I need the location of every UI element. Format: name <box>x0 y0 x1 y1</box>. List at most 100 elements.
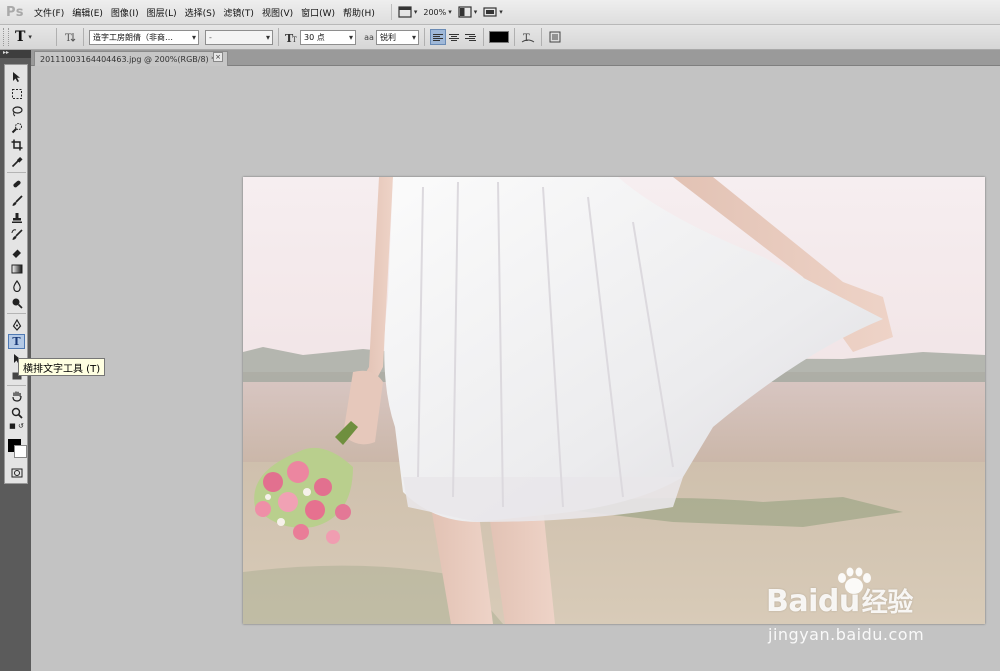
font-family-value: 造字工房朗倩（非商… <box>93 32 173 42</box>
font-size-select[interactable]: 30 点 ▾ <box>300 29 356 45</box>
magnifier-icon <box>11 407 23 419</box>
rectangular-marquee-tool[interactable] <box>8 86 25 101</box>
options-divider <box>424 28 425 46</box>
horizontal-type-tool[interactable]: T <box>8 334 25 349</box>
tool-divider <box>7 385 26 386</box>
antialias-value: 锐利 <box>380 32 396 42</box>
options-bar-grip[interactable] <box>3 28 9 46</box>
align-center-icon-line <box>451 39 457 41</box>
gradient-tool[interactable] <box>8 261 25 276</box>
text-orientation-icon[interactable]: T <box>62 29 78 45</box>
eraser-tool[interactable] <box>8 244 25 259</box>
dodge-tool[interactable] <box>8 295 25 310</box>
arrange-documents-button[interactable]: ▾ <box>458 6 477 18</box>
align-left-icon-line <box>433 35 440 37</box>
options-divider <box>278 28 279 46</box>
eyedropper-tool[interactable] <box>8 154 25 169</box>
chevron-down-icon: ▾ <box>265 32 270 42</box>
screen-layout-icon <box>398 6 412 18</box>
align-right-icon-line <box>469 39 476 41</box>
svg-text:T: T <box>292 36 297 43</box>
pen-tool[interactable] <box>8 317 25 332</box>
collapse-arrows-icon: ▸▸ <box>3 49 10 56</box>
background-color-swatch[interactable] <box>14 445 27 458</box>
tools-panel-body: T ■ ↺ <box>4 64 28 484</box>
menu-divider <box>390 4 392 20</box>
pen-icon <box>12 318 21 331</box>
options-bar: T ▾ T 造字工房朗倩（非商… ▾ - ▾ TT 30 点 ▾ aa 锐利 ▾… <box>0 25 1000 50</box>
marquee-icon <box>11 88 22 99</box>
antialias-select[interactable]: 锐利 ▾ <box>376 29 419 45</box>
close-document-button[interactable]: × <box>213 52 223 62</box>
hand-tool[interactable] <box>8 388 25 403</box>
blur-drop-icon <box>12 279 21 292</box>
dodge-icon <box>12 298 23 309</box>
stamp-icon <box>11 212 22 223</box>
quick-mask-button[interactable] <box>8 465 25 480</box>
align-right-button[interactable] <box>462 29 478 45</box>
align-right-icon <box>465 33 475 35</box>
default-colors-button[interactable]: ■ ↺ <box>8 421 25 431</box>
menu-select[interactable]: 选择(S) <box>181 6 220 19</box>
menu-file[interactable]: 文件(F) <box>30 6 68 19</box>
options-divider <box>483 28 484 46</box>
menu-help[interactable]: 帮助(H) <box>339 6 379 19</box>
zoom-tool[interactable] <box>8 405 25 420</box>
options-divider <box>83 28 84 46</box>
quick-selection-tool[interactable] <box>8 120 25 135</box>
align-center-icon-line <box>451 35 457 37</box>
screen-mode-button[interactable]: ▾ <box>483 6 503 18</box>
gradient-icon <box>11 264 22 273</box>
align-left-icon <box>433 33 443 35</box>
tool-preset-picker[interactable]: T ▾ <box>15 29 51 45</box>
align-left-icon-line <box>433 39 440 41</box>
clone-stamp-tool[interactable] <box>8 210 25 225</box>
zoom-level: 200% <box>423 7 447 17</box>
menu-view[interactable]: 视图(V) <box>258 6 297 19</box>
character-panel-icon[interactable] <box>547 29 563 45</box>
warp-text-icon[interactable]: T <box>520 29 536 45</box>
close-icon: × <box>215 53 221 61</box>
brush-icon <box>12 194 23 206</box>
brush-tool[interactable] <box>8 193 25 208</box>
chevron-down-icon: ▾ <box>191 32 196 42</box>
photoshop-logo: Ps <box>5 4 25 20</box>
svg-text:T: T <box>65 33 72 43</box>
align-center-button[interactable] <box>446 29 462 45</box>
crop-tool[interactable] <box>8 137 25 152</box>
history-brush-tool[interactable] <box>8 227 25 242</box>
launch-bridge-button[interactable]: ▾ <box>398 6 417 18</box>
hand-icon <box>11 391 22 402</box>
document-tab[interactable]: 20111003164404463.jpg @ 200%(RGB/8) * <box>34 51 228 66</box>
font-style-value: - <box>209 32 212 42</box>
font-size-icon: TT <box>284 29 300 45</box>
font-size-value: 30 点 <box>304 32 325 42</box>
font-style-select[interactable]: - ▾ <box>205 29 273 45</box>
chevron-down-icon: ▾ <box>28 33 32 41</box>
healing-brush-icon <box>12 180 21 187</box>
move-tool[interactable] <box>8 69 25 84</box>
align-left-button[interactable] <box>430 29 446 45</box>
watermark-bai: Bai <box>766 584 818 619</box>
menu-window[interactable]: 窗口(W) <box>297 6 339 19</box>
document-image[interactable] <box>243 177 985 624</box>
blur-tool[interactable] <box>8 278 25 293</box>
menu-layer[interactable]: 图层(L) <box>143 6 181 19</box>
app-bar-controls: ▾ 200% ▾ ▾ ▾ <box>390 4 503 20</box>
text-color-swatch[interactable] <box>489 31 509 43</box>
spot-healing-brush-tool[interactable] <box>8 176 25 191</box>
watermark-du: du <box>817 584 860 619</box>
tools-panel-header[interactable]: ▸▸ <box>0 49 31 58</box>
menu-filter[interactable]: 滤镜(T) <box>219 6 258 19</box>
menu-edit[interactable]: 编辑(E) <box>68 6 107 19</box>
menu-image[interactable]: 图像(I) <box>107 6 143 19</box>
eraser-icon <box>12 249 21 258</box>
baidu-jingyan-watermark: Baidu经验 <box>766 582 913 619</box>
font-family-select[interactable]: 造字工房朗倩（非商… ▾ <box>89 29 199 45</box>
lasso-icon <box>11 105 23 116</box>
zoom-level-dropdown[interactable]: 200% ▾ <box>423 8 451 17</box>
history-brush-icon <box>11 228 23 240</box>
chevron-down-icon: ▾ <box>348 32 353 42</box>
lasso-tool[interactable] <box>8 103 25 118</box>
tool-divider <box>7 172 26 173</box>
